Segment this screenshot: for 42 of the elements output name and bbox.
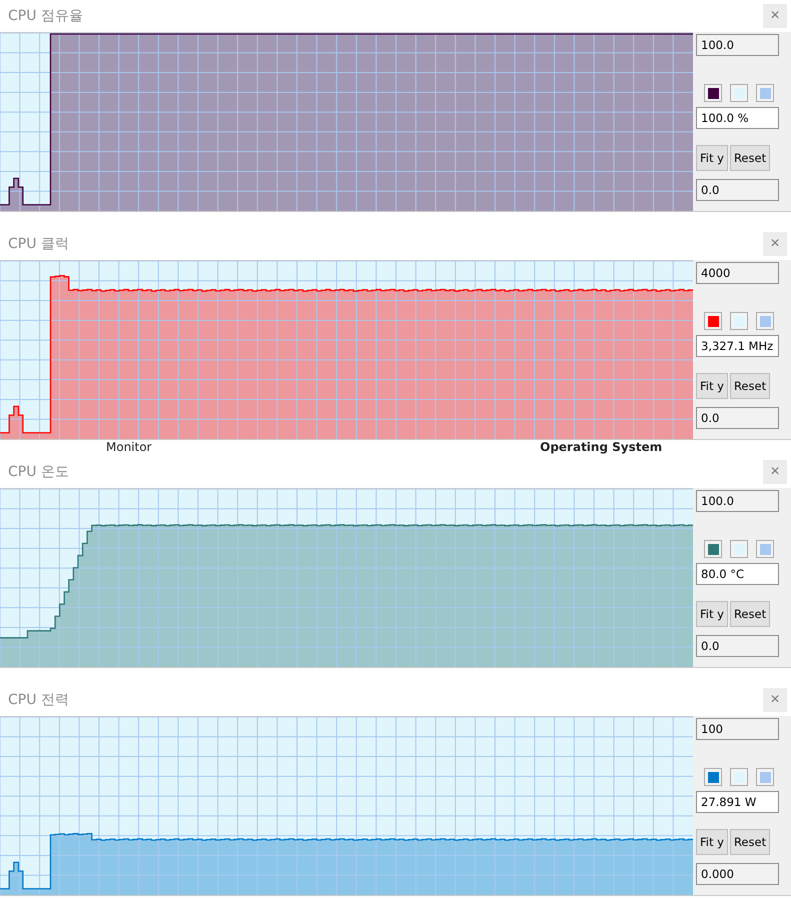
color-swatch[interactable] (704, 84, 722, 102)
graph-button[interactable]: Fit y (696, 601, 728, 627)
max-value-field[interactable]: 100.0 (696, 490, 779, 512)
graph-button[interactable]: Fit y (696, 829, 728, 855)
color-swatch[interactable] (730, 84, 748, 102)
color-swatch[interactable] (730, 540, 748, 558)
window-title: CPU 온도 (8, 463, 69, 481)
close-button[interactable]: × (763, 4, 787, 28)
current-value-field: 3,327.1 MHz (696, 335, 779, 357)
close-button[interactable]: × (763, 460, 787, 484)
max-value-field[interactable]: 4000 (696, 262, 779, 284)
graph-button[interactable]: Reset (730, 373, 770, 399)
color-swatch[interactable] (756, 84, 774, 102)
graph-button[interactable]: Fit y (696, 145, 728, 171)
window-title: CPU 클럭 (8, 235, 69, 253)
color-swatch[interactable] (730, 312, 748, 330)
window-title: CPU 점유율 (8, 7, 83, 25)
background-text: Operating System (540, 440, 662, 454)
graph-button[interactable]: Reset (730, 601, 770, 627)
min-value-field[interactable]: 0.0 (696, 407, 779, 429)
color-swatch[interactable] (756, 312, 774, 330)
close-button[interactable]: × (763, 232, 787, 256)
current-value-field: 27.891 W (696, 791, 779, 813)
graph-button[interactable]: Reset (730, 145, 770, 171)
color-swatch[interactable] (704, 312, 722, 330)
current-value-field: 100.0 % (696, 107, 779, 129)
background-text: Monitor (106, 440, 152, 454)
color-swatch[interactable] (756, 540, 774, 558)
graph-button[interactable]: Reset (730, 829, 770, 855)
color-swatch[interactable] (756, 768, 774, 786)
close-button[interactable]: × (763, 688, 787, 712)
min-value-field[interactable]: 0.0 (696, 179, 779, 201)
color-swatch[interactable] (730, 768, 748, 786)
min-value-field[interactable]: 0.000 (696, 863, 779, 885)
min-value-field[interactable]: 0.0 (696, 635, 779, 657)
current-value-field: 80.0 °C (696, 563, 779, 585)
graph-button[interactable]: Fit y (696, 373, 728, 399)
color-swatch[interactable] (704, 768, 722, 786)
color-swatch[interactable] (704, 540, 722, 558)
max-value-field[interactable]: 100 (696, 718, 779, 740)
max-value-field[interactable]: 100.0 (696, 34, 779, 56)
window-title: CPU 전력 (8, 691, 69, 709)
